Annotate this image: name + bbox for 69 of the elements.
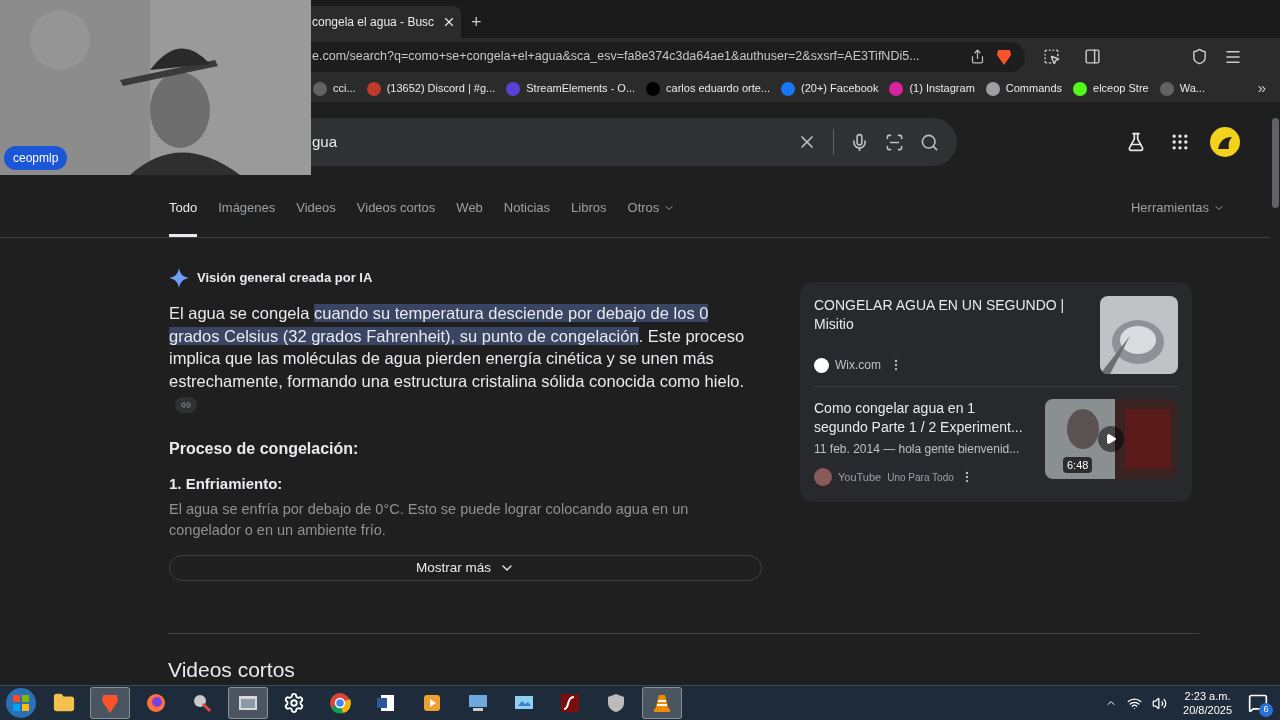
filter-tab[interactable]: Otros	[627, 182, 676, 237]
link-icon[interactable]	[175, 396, 197, 413]
channel-avatar-icon	[814, 468, 832, 486]
bookmark-item[interactable]: (13652) Discord | #g...	[366, 80, 496, 97]
filter-tab[interactable]: Videos	[296, 182, 336, 237]
shield-icon	[605, 692, 627, 714]
filter-tab[interactable]: Libros	[571, 182, 607, 237]
step-text: El agua se enfría por debajo de 0°C. Esto se puede lograr colocando agua en un congelador o en un ambiente frío.	[169, 500, 690, 540]
avatar-icon[interactable]	[1210, 127, 1240, 157]
filter-tab[interactable]: Videos cortos	[356, 182, 436, 237]
lion-shield-icon	[99, 692, 121, 714]
traffic-cone-icon	[651, 692, 673, 714]
filter-tab[interactable]: Imágenes	[218, 182, 276, 237]
search-field[interactable]: gua	[311, 118, 957, 166]
taskbar-app[interactable]	[642, 687, 682, 719]
tools-button[interactable]: Herramientas	[1130, 182, 1225, 237]
sidebar-icon[interactable]	[1084, 48, 1101, 65]
start-button[interactable]	[4, 686, 38, 720]
browser-tab[interactable]: congela el agua - Busc	[311, 6, 461, 38]
filter-tab[interactable]: Noticias	[503, 182, 551, 237]
screenshot-icon[interactable]	[1043, 48, 1060, 65]
bookmark-item[interactable]: (20+) Facebook	[781, 80, 879, 97]
source-title[interactable]: CONGELAR AGUA EN UN SEGUNDO | Misitio	[814, 296, 1090, 334]
apps-grid-icon[interactable]	[1170, 132, 1190, 152]
source-snippet: 11 feb. 2014 — hola gente bienvenid...	[814, 441, 1021, 458]
filter-tab[interactable]: Todo	[169, 182, 198, 237]
lion-shield-icon[interactable]	[995, 47, 1013, 66]
bookmark-item[interactable]: Wa...	[1159, 80, 1205, 97]
folder-icon	[53, 692, 75, 714]
duration-label: 6:48	[1063, 456, 1093, 473]
bookmark-item[interactable]: cci...	[313, 80, 356, 97]
media-player-icon	[421, 692, 443, 714]
address-bar[interactable]: e.com/search?q=como+se+congela+el+agua&sca_esv=fa8e374c3da64ae1&authuser=2&sxsrf=AE3TifNDi5...	[311, 41, 1025, 72]
network-icon[interactable]	[1127, 695, 1143, 711]
scrollbar-thumb[interactable]	[1271, 118, 1279, 208]
chrome-ball-icon	[329, 692, 351, 714]
bookmark-item[interactable]: Commands	[985, 80, 1063, 97]
site-name: YouTube	[838, 469, 882, 485]
shield-icon[interactable]	[1191, 48, 1208, 65]
sparkle-icon	[169, 268, 189, 288]
microphone-icon[interactable]	[850, 132, 869, 152]
bookmark-item[interactable]: (1) Instagram	[889, 80, 975, 97]
new-tab-button[interactable]: +	[461, 6, 492, 38]
flask-icon[interactable]	[1126, 132, 1146, 152]
bookmark-item[interactable]: carlos eduardo orte...	[646, 80, 771, 97]
overview-paragraph: El agua se congela cuando su temperatura desciende por debajo de los 0 grados Celsius (32 grados Fahrenheit), su punto de congelación. Este proceso implica que las moléculas de agua pierden energía cinética y se unen más estrechamente, formando una estructura cristalina sólida conocida como hielo.	[169, 302, 762, 415]
participant-name-tag: ceopmlp	[4, 146, 68, 170]
document-icon	[375, 692, 397, 714]
search-icon[interactable]	[920, 132, 939, 152]
bookmark-item[interactable]: StreamElements - O...	[506, 80, 636, 97]
site-name: Wix.com	[835, 357, 881, 374]
flash-icon	[559, 692, 581, 714]
more-bookmarks-button[interactable]: »	[1257, 77, 1266, 100]
channel-name: Uno Para Todo	[887, 470, 954, 485]
gear-icon	[283, 692, 305, 714]
overview-heading: Visión general creada por IA	[197, 269, 373, 288]
camera-search-icon[interactable]	[885, 132, 904, 152]
filter-tab[interactable]: Web	[456, 182, 483, 237]
source-title[interactable]: Como congelar agua en 1 segundo Parte 1 / 2 Experiment...	[814, 399, 1035, 437]
step-title: 1. Enfriamiento:	[169, 473, 284, 494]
section-title: Proceso de congelación:	[169, 438, 360, 459]
bookmark-item[interactable]: elceop Stre	[1073, 80, 1149, 97]
volume-icon[interactable]	[1152, 695, 1168, 711]
clock[interactable]: 2:23 a.m. 20/8/2025	[1177, 689, 1238, 717]
site-icon	[814, 357, 829, 373]
notification-count: 6	[1259, 703, 1273, 717]
share-icon[interactable]	[970, 49, 985, 64]
play-icon[interactable]	[1098, 426, 1124, 452]
computer-icon	[467, 692, 489, 714]
